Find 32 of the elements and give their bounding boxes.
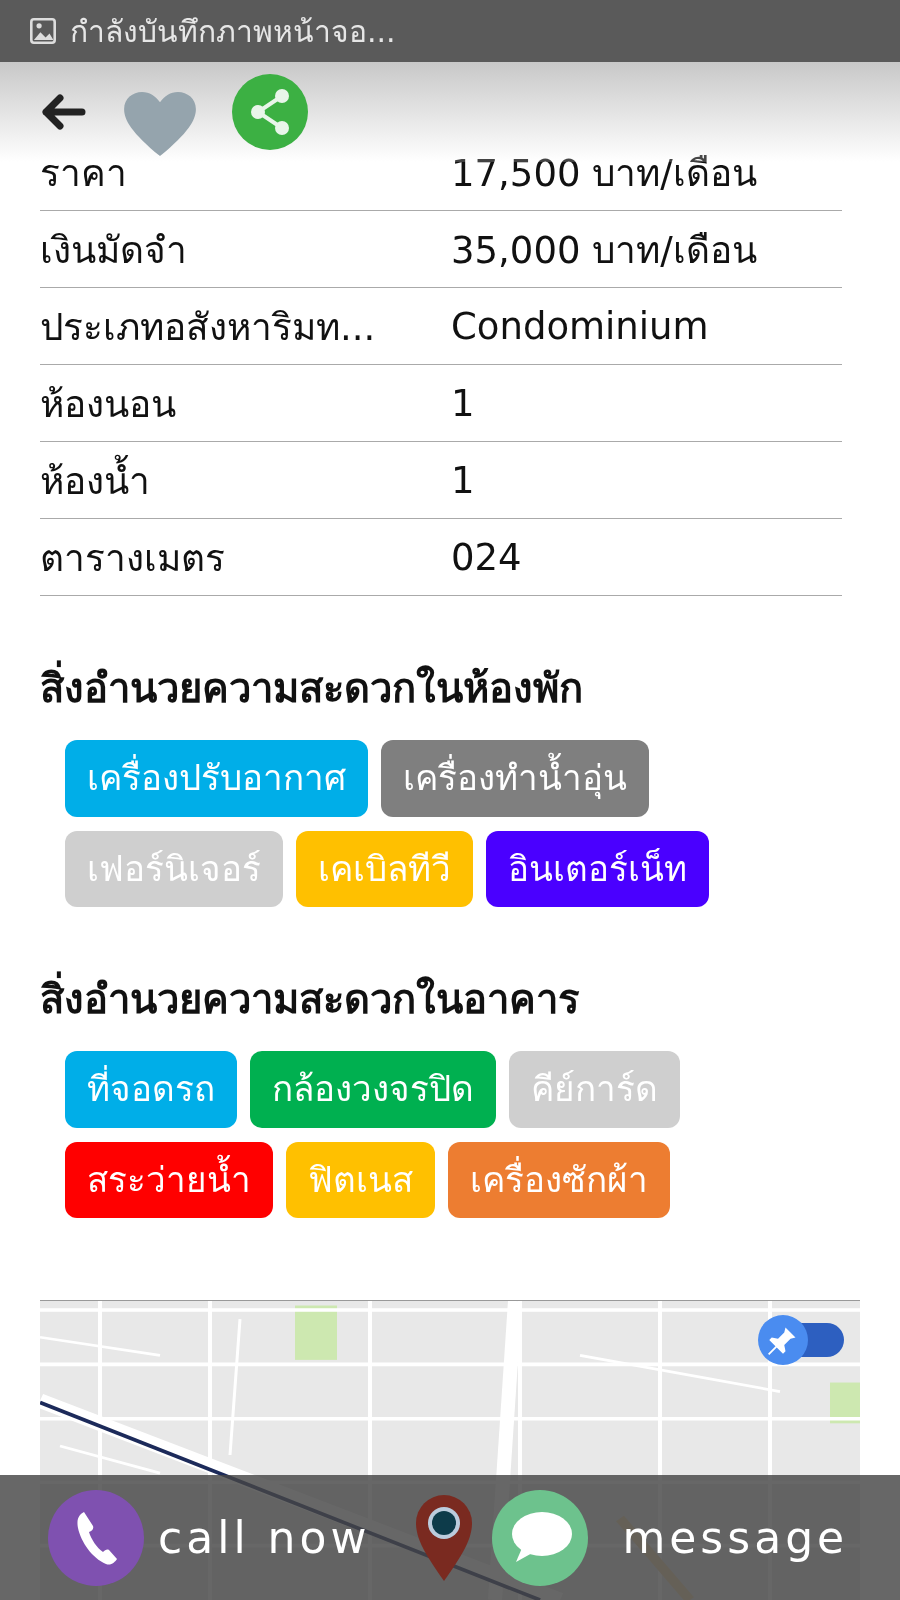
chat-bubble-icon[interactable]	[492, 1489, 589, 1586]
amenity-tag: เครื่องปรับอากาศ	[65, 740, 368, 817]
amenity-tag: กล้องวงจรปิด	[250, 1051, 496, 1128]
detail-value: 35,000 บาท/เดือน	[451, 227, 758, 274]
amenity-tag: สระว่ายน้ำ	[65, 1141, 273, 1218]
detail-label: เงินมัดจำ	[40, 227, 188, 274]
call-now-button[interactable]: call now	[154, 1508, 375, 1567]
notification-text: กำลังบันทึกภาพหน้าจอ...	[70, 12, 396, 51]
detail-label: ตารางเมตร	[40, 535, 226, 582]
share-icon[interactable]	[232, 74, 308, 150]
detail-label: ประเภทอสังหาริมท...	[40, 304, 377, 351]
detail-value: 1	[451, 381, 476, 425]
amenity-tag: ฟิตเนส	[286, 1141, 435, 1218]
message-button[interactable]: message	[618, 1508, 853, 1567]
detail-value: Condominium	[451, 304, 710, 348]
phone-icon[interactable]	[48, 1489, 144, 1586]
detail-value: 17,500 บาท/เดือน	[451, 150, 758, 197]
amenity-tag: ที่จอดรถ	[65, 1051, 237, 1128]
pin-toggle[interactable]	[758, 1315, 844, 1365]
detail-label: ห้องน้ำ	[40, 450, 451, 510]
image-icon	[30, 18, 56, 44]
detail-label: ห้องนอน	[40, 381, 177, 428]
amenity-tag: อินเตอร์เน็ท	[486, 830, 709, 907]
detail-label: ราคา	[40, 150, 128, 197]
detail-value: 1	[451, 458, 476, 502]
amenity-tag: เครื่องซักผ้า	[448, 1141, 670, 1218]
amenity-tag: เครื่องทำน้ำอุ่น	[381, 740, 649, 817]
amenity-tag: เคเบิลทีวี	[296, 830, 473, 907]
section-heading: สิ่งอำนวยความสะดวกในอาคาร	[40, 967, 860, 1031]
location-pin-icon	[414, 1492, 475, 1583]
section-heading: สิ่งอำนวยความสะดวกในห้องพัก	[40, 656, 860, 720]
detail-value: 024	[451, 535, 523, 579]
